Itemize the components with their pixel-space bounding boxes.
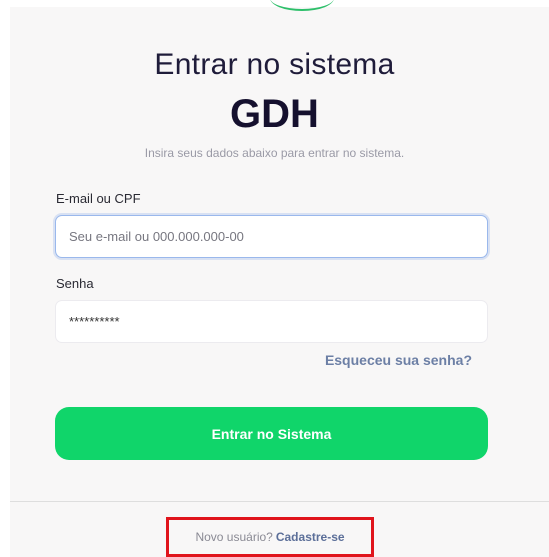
signup-link[interactable]: Cadastre-se [276,530,345,544]
divider [10,501,549,502]
forgot-password-link[interactable]: Esqueceu sua senha? [325,352,472,368]
password-label: Senha [56,276,94,291]
email-label: E-mail ou CPF [56,191,141,206]
signup-question: Novo usuário? [195,530,273,544]
signup-prompt: Novo usuário? Cadastre-se [166,517,374,557]
login-button[interactable]: Entrar no Sistema [55,407,488,460]
brand-name: GDH [230,92,319,136]
page-title: Entrar no sistema [154,48,395,81]
email-field[interactable] [55,215,488,258]
logo-arc [270,0,334,11]
page-subtitle: Insira seus dados abaixo para entrar no … [144,146,405,160]
password-field[interactable] [55,300,488,343]
